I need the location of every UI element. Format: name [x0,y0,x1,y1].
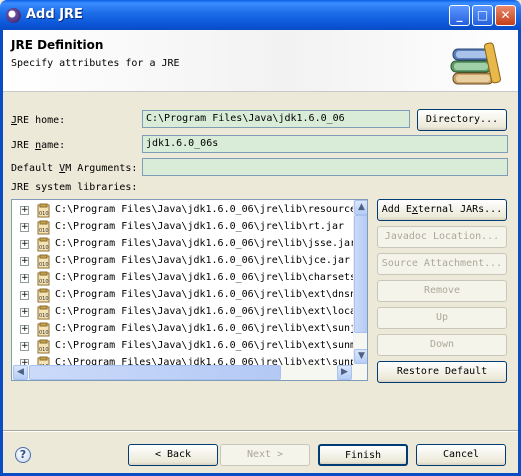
down-button[interactable]: Down [377,334,507,356]
cancel-button[interactable]: Cancel [416,444,506,466]
expand-icon[interactable]: + [20,342,29,351]
library-row[interactable]: +010 C:\Program Files\Java\jdk1.6.0_06\jr… [12,202,367,219]
jar-file-icon: 010 [37,203,50,218]
jar-file-icon: 010 [37,305,50,320]
next-button[interactable]: Next > [220,444,310,466]
expand-icon[interactable]: + [20,325,29,334]
library-row[interactable]: +010 C:\Program Files\Java\jdk1.6.0_06\jr… [12,219,352,236]
library-path: C:\Program Files\Java\jdk1.6.0_06\jre\li… [55,323,367,334]
library-row[interactable]: +010 C:\Program Files\Java\jdk1.6.0_06\jr… [12,270,367,287]
jar-file-icon: 010 [37,288,50,303]
library-path: C:\Program Files\Java\jdk1.6.0_06\jre\li… [55,238,357,249]
library-row[interactable]: +010 C:\Program Files\Java\jdk1.6.0_06\jr… [12,304,367,321]
expand-icon[interactable]: + [20,223,29,232]
close-button[interactable]: ✕ [495,5,516,26]
jar-file-icon: 010 [37,322,50,337]
jre-name-field[interactable]: jdk1.6.0_06s [142,135,508,153]
svg-text:010: 010 [39,245,49,251]
svg-text:010: 010 [39,211,49,217]
jar-file-icon: 010 [37,271,50,286]
library-path: C:\Program Files\Java\jdk1.6.0_06\jre\li… [55,221,344,232]
library-path: C:\Program Files\Java\jdk1.6.0_06\jre\li… [55,289,368,300]
library-path: C:\Program Files\Java\jdk1.6.0_06\jre\li… [55,306,367,317]
library-path: C:\Program Files\Java\jdk1.6.0_06\jre\li… [55,340,367,351]
restore-default-button[interactable]: Restore Default [377,361,507,383]
vm-arguments-label: Default VM Arguments: [11,163,138,174]
remove-button[interactable]: Remove [377,280,507,302]
library-books-icon [450,42,501,85]
header-description: Specify attributes for a JRE [11,58,180,69]
source-attachment-button[interactable]: Source Attachment... [377,253,507,275]
scroll-left-icon[interactable]: ◀ [13,365,28,380]
jre-home-label: JRE home: [11,115,66,126]
jre-name-label: JRE name: [11,140,66,151]
maximize-button[interactable]: □ [472,5,493,26]
window-title: Add JRE [26,7,83,22]
svg-text:010: 010 [39,228,49,234]
libraries-tree[interactable]: +010 C:\Program Files\Java\jdk1.6.0_06\jr… [11,199,368,381]
jar-file-icon: 010 [37,254,50,269]
finish-button[interactable]: Finish [318,444,408,466]
expand-icon[interactable]: + [20,274,29,283]
scroll-down-icon[interactable]: ▼ [354,349,367,364]
jar-file-icon: 010 [37,237,50,252]
library-row[interactable]: +010 C:\Program Files\Java\jdk1.6.0_06\jr… [12,338,367,355]
horizontal-scrollbar[interactable]: ◀ ▶ [12,365,367,380]
jar-file-icon: 010 [37,220,50,235]
footer-separator [3,430,518,432]
vm-arguments-field[interactable] [142,158,508,176]
vertical-scroll-thumb[interactable] [354,215,367,333]
library-path: C:\Program Files\Java\jdk1.6.0_06\jre\li… [55,272,368,283]
svg-text:010: 010 [39,279,49,285]
jar-file-icon: 010 [37,339,50,354]
expand-icon[interactable]: + [20,291,29,300]
horizontal-scroll-thumb[interactable] [29,365,281,380]
vertical-scrollbar[interactable]: ▲ ▼ [353,200,367,365]
up-button[interactable]: Up [377,307,507,329]
scroll-right-icon[interactable]: ▶ [337,365,352,380]
directory-button[interactable]: Directory... [417,109,507,131]
add-external-jars-button[interactable]: Add External JARs... [377,199,507,221]
library-row[interactable]: +010 C:\Program Files\Java\jdk1.6.0_06\jr… [12,287,367,304]
expand-icon[interactable]: + [20,206,29,215]
wizard-header: JRE Definition Specify attributes for a … [3,30,518,92]
minimize-button[interactable]: _ [449,5,470,26]
expand-icon[interactable]: + [20,257,29,266]
eclipse-icon [6,8,21,23]
svg-text:010: 010 [39,347,49,353]
expand-icon[interactable]: + [20,240,29,249]
system-libraries-label: JRE system libraries: [11,182,138,193]
javadoc-location-button[interactable]: Javadoc Location... [377,226,507,248]
library-row[interactable]: +010 C:\Program Files\Java\jdk1.6.0_06\jr… [12,253,352,270]
back-button[interactable]: < Back [128,444,218,466]
help-icon[interactable]: ? [15,447,31,463]
window-frame-left [0,30,3,476]
library-row[interactable]: +010 C:\Program Files\Java\jdk1.6.0_06\jr… [12,321,367,338]
svg-text:010: 010 [39,313,49,319]
expand-icon[interactable]: + [20,308,29,317]
svg-text:010: 010 [39,330,49,336]
library-path: C:\Program Files\Java\jdk1.6.0_06\jre\li… [55,255,351,266]
library-path: C:\Program Files\Java\jdk1.6.0_06\jre\li… [55,204,368,215]
header-title: JRE Definition [11,38,104,52]
svg-text:010: 010 [39,262,49,268]
title-bar[interactable]: Add JRE _ □ ✕ [0,0,521,30]
library-row[interactable]: +010 C:\Program Files\Java\jdk1.6.0_06\jr… [12,236,356,253]
svg-text:010: 010 [39,296,49,302]
jre-home-field[interactable]: C:\Program Files\Java\jdk1.6.0_06 [142,110,410,128]
scroll-up-icon[interactable]: ▲ [354,200,367,215]
